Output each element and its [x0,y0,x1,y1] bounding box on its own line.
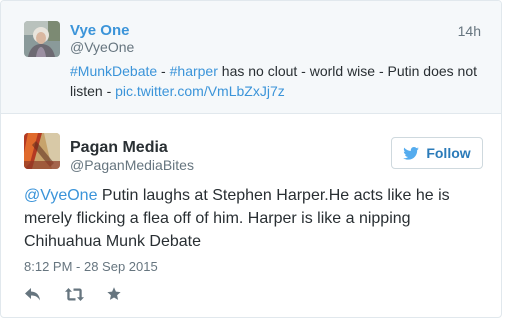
parent-author-name[interactable]: Vye One [70,22,129,39]
tweet-text: @VyeOne Putin laughs at Stephen Harper.H… [24,184,489,253]
retweet-button[interactable] [64,287,84,301]
reply-icon [25,287,40,300]
mention-vyeone[interactable]: @VyeOne [24,187,97,204]
hashtag-harper[interactable]: #harper [170,63,218,79]
reply-button[interactable] [24,287,42,301]
tweet-timestamp[interactable]: 8:12 PM - 28 Sep 2015 [24,259,158,274]
favorite-button[interactable] [106,287,122,301]
favorite-icon [107,287,121,300]
follow-label: Follow [426,145,471,161]
parent-author-handle[interactable]: @VyeOne [70,39,134,55]
follow-button[interactable]: Follow [391,137,483,169]
pic-link[interactable]: pic.twitter.com/VmLbZxJj7z [115,83,285,99]
text-separator: - [157,63,170,79]
retweet-icon [64,287,84,301]
twitter-bird-icon [403,146,420,160]
hashtag-munkdebate[interactable]: #MunkDebate [70,63,157,79]
parent-tweet-text: #MunkDebate - #harper has no clout - wor… [70,61,490,101]
author-name[interactable]: Pagan Media [70,139,168,157]
in-reply-to-tweet[interactable]: Vye One @VyeOne 14h #MunkDebate - #harpe… [1,1,501,114]
author-handle[interactable]: @PaganMediaBites [70,157,194,173]
tweet-actions [24,284,122,304]
tweet-embed: Vye One @VyeOne 14h #MunkDebate - #harpe… [0,0,502,318]
parent-timestamp[interactable]: 14h [458,23,481,39]
pagan-media-avatar[interactable] [24,133,60,169]
vye-one-avatar[interactable] [24,21,60,57]
